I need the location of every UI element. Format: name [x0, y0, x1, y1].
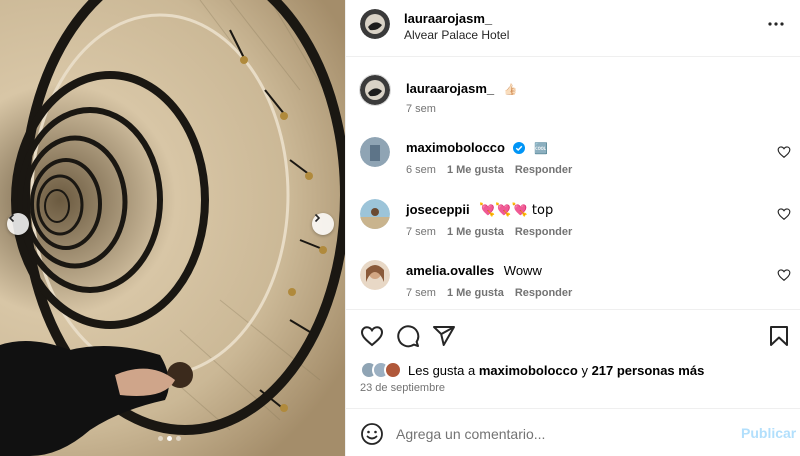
- chevron-right-icon: [314, 213, 321, 223]
- verified-badge-icon: [512, 142, 525, 154]
- chevron-left-icon: [8, 213, 15, 223]
- caption-username[interactable]: lauraarojasm_: [406, 81, 494, 96]
- spiral-staircase-image: [0, 0, 345, 456]
- liker-avatar: [384, 361, 402, 379]
- post-detail-panel: lauraarojasm_ Alvear Palace Hotel lauraa…: [345, 0, 800, 456]
- comment-time[interactable]: 7 sem: [406, 226, 436, 238]
- publish-button[interactable]: Publicar: [741, 425, 796, 441]
- share-icon[interactable]: [432, 324, 456, 348]
- comment-likes-count[interactable]: 1 Me gusta: [447, 164, 504, 176]
- likes-prefix: Les gusta a: [408, 362, 476, 378]
- add-comment-bar: Publicar: [346, 408, 800, 456]
- smiley-icon[interactable]: [360, 422, 384, 446]
- comment-text: Woww: [503, 263, 542, 278]
- carousel-prev-button[interactable]: [7, 213, 29, 235]
- author-avatar[interactable]: [360, 9, 390, 39]
- post-actions-bar: [346, 309, 800, 359]
- comment-input[interactable]: [396, 424, 726, 444]
- comment-icon[interactable]: [396, 324, 420, 348]
- caption-meta: 7 sem: [406, 103, 436, 115]
- comment-likes-count[interactable]: 1 Me gusta: [447, 226, 504, 238]
- likes-connector: y: [581, 362, 588, 378]
- post-header: lauraarojasm_ Alvear Palace Hotel: [346, 0, 800, 57]
- post-date[interactable]: 23 de septiembre: [360, 382, 445, 394]
- caption-text: 👍🏻: [503, 83, 518, 96]
- more-options-button[interactable]: [764, 14, 788, 34]
- post-photo[interactable]: [0, 0, 345, 456]
- comment-text: 🆒: [534, 142, 548, 155]
- heart-icon[interactable]: [360, 324, 384, 348]
- commenter-avatar[interactable]: [360, 260, 390, 290]
- comment-likes-count[interactable]: 1 Me gusta: [447, 287, 504, 299]
- commenter-avatar[interactable]: [360, 199, 390, 229]
- liker-username-link[interactable]: maximobolocco: [479, 363, 578, 378]
- commenter-username[interactable]: maximobolocco: [406, 140, 505, 155]
- caption-time[interactable]: 7 sem: [406, 103, 436, 115]
- likes-others-link[interactable]: 217 personas más: [592, 363, 705, 378]
- comment-text: 💘💘💘 top: [479, 203, 554, 218]
- commenter-avatar[interactable]: [360, 137, 390, 167]
- likes-summary: Les gusta a maximobolocco y 217 personas…: [360, 360, 704, 380]
- comment-meta: 7 sem 1 Me gusta Responder: [406, 287, 572, 299]
- reply-button[interactable]: Responder: [515, 164, 572, 176]
- carousel-indicator: [158, 436, 181, 441]
- heart-icon[interactable]: [777, 145, 791, 159]
- carousel-next-button[interactable]: [312, 213, 334, 235]
- carousel-dot: [158, 436, 163, 441]
- bookmark-icon[interactable]: [767, 324, 791, 348]
- comment-meta: 6 sem 1 Me gusta Responder: [406, 164, 572, 176]
- commenter-username[interactable]: amelia.ovalles: [406, 263, 494, 278]
- carousel-dot: [176, 436, 181, 441]
- commenter-username[interactable]: joseceppii: [406, 202, 470, 217]
- carousel-dot-active: [167, 436, 172, 441]
- heart-icon[interactable]: [777, 268, 791, 282]
- author-avatar[interactable]: [359, 74, 391, 106]
- heart-icon[interactable]: [777, 207, 791, 221]
- post-location[interactable]: Alvear Palace Hotel: [404, 28, 509, 42]
- more-horizontal-icon: [768, 22, 784, 26]
- reply-button[interactable]: Responder: [515, 287, 572, 299]
- comment-time[interactable]: 6 sem: [406, 164, 436, 176]
- author-username[interactable]: lauraarojasm_: [404, 11, 492, 26]
- comment-meta: 7 sem 1 Me gusta Responder: [406, 226, 572, 238]
- comment-time[interactable]: 7 sem: [406, 287, 436, 299]
- reply-button[interactable]: Responder: [515, 226, 572, 238]
